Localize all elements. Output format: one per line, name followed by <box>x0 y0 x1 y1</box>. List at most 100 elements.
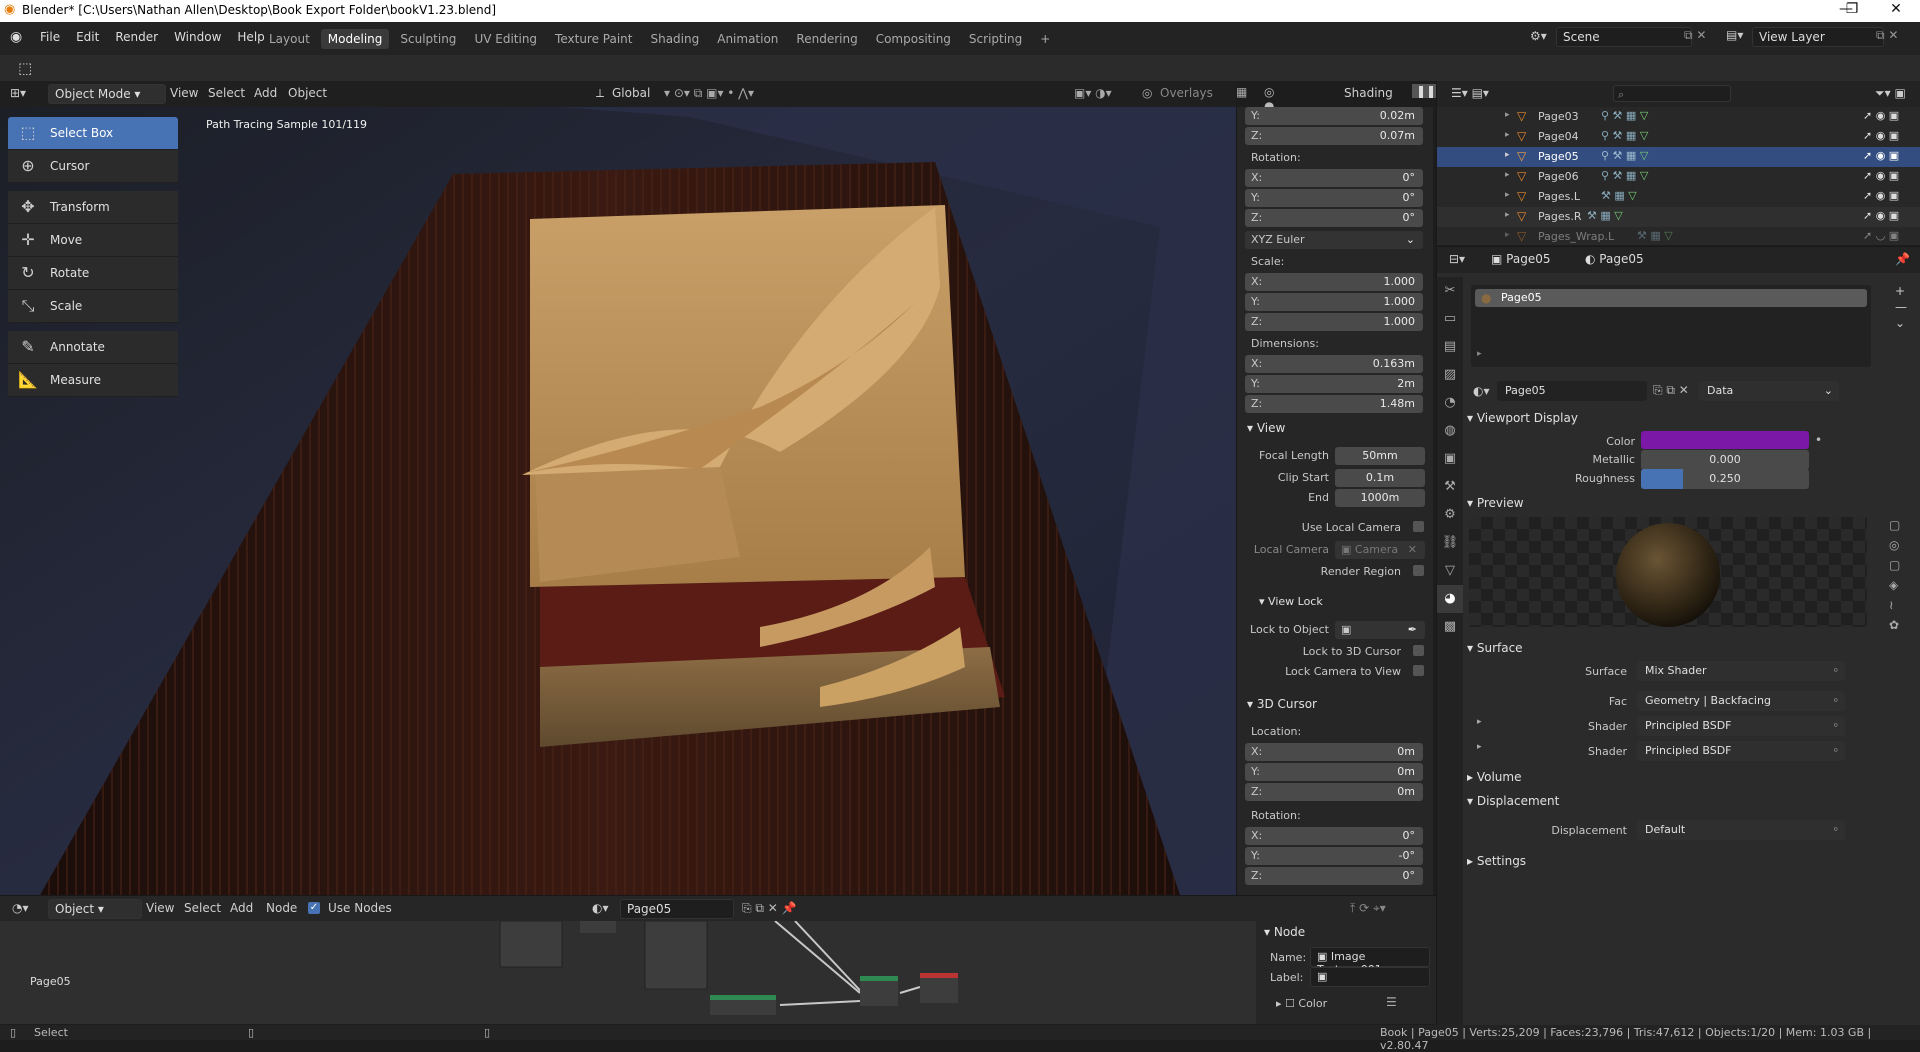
tool-select-box[interactable]: ⬚ Select Box <box>8 117 178 150</box>
focal-length-field[interactable]: 50mm <box>1335 449 1425 462</box>
tab-uv-editing[interactable]: UV Editing <box>467 29 544 49</box>
object-tab-icon[interactable]: ▣ <box>1437 445 1463 473</box>
menu-view[interactable]: View <box>170 86 198 100</box>
cursor-rotation-y-field[interactable]: Y: -0° <box>1245 847 1423 865</box>
outliner-item-page06[interactable]: ▸ ▽ Page06 ⚲ ⚒ ▦ ▽ ➚ ◉ ▣ <box>1437 167 1920 187</box>
blender-menu-icon[interactable]: ◉ <box>10 29 22 45</box>
overlays-icon[interactable]: ◎ <box>1142 86 1152 100</box>
menu-render[interactable]: Render <box>115 30 158 44</box>
node-color-toggle[interactable]: ▸ ☐ Color <box>1276 997 1327 1010</box>
material-browse-icon[interactable]: ◐▾ <box>1473 384 1490 398</box>
3d-cursor-section-header[interactable]: ▾ 3D Cursor <box>1247 697 1317 711</box>
tab-scripting[interactable]: Scripting <box>962 29 1029 49</box>
color-swatch[interactable] <box>1641 431 1809 449</box>
tool-transform[interactable]: ✥ Transform <box>8 191 178 224</box>
eyedropper-icon[interactable]: ✒ <box>1408 623 1417 636</box>
link-selector[interactable]: Data ⌄ <box>1699 381 1839 401</box>
node-material-field[interactable]: Page05 <box>620 899 734 919</box>
menu-edit[interactable]: Edit <box>76 30 99 44</box>
roughness-slider[interactable]: 0.250 <box>1641 469 1809 489</box>
lock-to-3d-cursor-checkbox[interactable] <box>1413 645 1424 656</box>
cursor-rotation-x-field[interactable]: X: 0° <box>1245 827 1423 845</box>
add-workspace-button[interactable]: + <box>1033 29 1057 49</box>
tool-annotate[interactable]: ✎ Annotate <box>8 331 178 364</box>
restrict-icons[interactable]: ➚ ◉ ▣ <box>1863 129 1899 142</box>
view-section-header[interactable]: ▾ View <box>1247 421 1285 435</box>
node-menu-add[interactable]: Add <box>230 901 253 915</box>
displacement-section-header[interactable]: ▾ Displacement <box>1467 794 1559 808</box>
pivot-icon[interactable]: ▾ ⊙▾ ⧉ ▣▾ • ⋀▾ <box>664 86 754 101</box>
tab-shading[interactable]: Shading <box>643 29 706 49</box>
preview-header[interactable]: ▾ Preview <box>1467 496 1524 510</box>
close-button[interactable]: ✕ <box>1876 1 1916 17</box>
use-local-camera-checkbox[interactable] <box>1413 521 1424 532</box>
menu-window[interactable]: Window <box>174 30 221 44</box>
node-material-actions[interactable]: ⎘ ⧉ ✕ 📌 <box>742 901 797 916</box>
scale-x-field[interactable]: X: 1.000 <box>1245 273 1423 291</box>
dimensions-z-field[interactable]: Z: 1.48m <box>1245 395 1423 413</box>
physics-tab-icon[interactable]: ⚙ <box>1437 501 1463 529</box>
restrict-icons[interactable]: ➚ ◡ ▣ <box>1863 229 1899 242</box>
view-layer-icon[interactable]: ▤▾ <box>1726 28 1743 42</box>
node-name-field[interactable]: ▣ Image Texture.001 <box>1310 947 1430 976</box>
surface-section-header[interactable]: ▾ Surface <box>1467 641 1523 655</box>
rotation-y-field[interactable]: Y: 0° <box>1245 189 1423 207</box>
dimensions-y-field[interactable]: Y: 2m <box>1245 375 1423 393</box>
material-tab-icon[interactable]: ◕ <box>1437 585 1463 613</box>
outliner-item-pages-r[interactable]: ▸ ▽ Pages.R ⚒ ▦ ▽ ➚ ◉ ▣ <box>1437 207 1920 227</box>
outliner-item-page05[interactable]: ▸ ▽ Page05 ⚲ ⚒ ▦ ▽ ➚ ◉ ▣ <box>1437 147 1920 167</box>
tab-layout[interactable]: Layout <box>262 29 317 49</box>
volume-section-header[interactable]: ▸ Volume <box>1467 770 1521 784</box>
node-menu-node[interactable]: Node <box>266 901 297 915</box>
material-name-field[interactable]: Page05 <box>1497 381 1647 401</box>
active-tool-icon[interactable]: ⬚ <box>18 59 32 77</box>
location-z-field[interactable]: Z: 0.07m <box>1245 127 1423 145</box>
outliner-item-pages-l[interactable]: ▸ ▽ Pages.L ⚒ ▦ ▽ ➚ ◉ ▣ <box>1437 187 1920 207</box>
outliner-item-page04[interactable]: ▸ ▽ Page04 ⚲ ⚒ ▦ ▽ ➚ ◉ ▣ <box>1437 127 1920 147</box>
world-tab-icon[interactable]: ◍ <box>1437 417 1463 445</box>
slot-controls[interactable]: + — ⌄ <box>1895 283 1907 331</box>
mode-selector[interactable]: Object Mode ▾ <box>48 84 166 104</box>
scale-z-field[interactable]: Z: 1.000 <box>1245 313 1423 331</box>
outliner-item-page03[interactable]: ▸ ▽ Page03 ⚲ ⚒ ▦ ▽ ➚ ◉ ▣ <box>1437 107 1920 127</box>
tool-move[interactable]: ✛ Move <box>8 224 178 257</box>
rotation-z-field[interactable]: Z: 0° <box>1245 209 1423 227</box>
expand-list-icon[interactable]: ▸ <box>1477 349 1482 359</box>
node-menu-select[interactable]: Select <box>184 901 221 915</box>
constraints-tab-icon[interactable]: ⛓ <box>1437 529 1463 557</box>
cursor-location-y-field[interactable]: Y: 0m <box>1245 763 1423 781</box>
clip-end-field[interactable]: 1000m <box>1335 491 1425 504</box>
tab-sculpting[interactable]: Sculpting <box>393 29 463 49</box>
visibility-icon[interactable]: ▣▾ ◑▾ <box>1074 86 1112 100</box>
viewport-display-header[interactable]: ▾ Viewport Display <box>1467 411 1578 425</box>
scene-tab-icon[interactable]: ◔ <box>1437 389 1463 417</box>
node-editor-type-icon[interactable]: ◔▾ <box>12 901 29 915</box>
outliner-search-input[interactable]: ⌕ <box>1613 85 1731 102</box>
node-menu-view[interactable]: View <box>146 901 174 915</box>
tab-compositing[interactable]: Compositing <box>869 29 958 49</box>
shading-menu[interactable]: Shading <box>1344 86 1393 100</box>
menu-help[interactable]: Help <box>237 30 264 44</box>
node-color-list-icon[interactable]: ☰ <box>1386 995 1397 1009</box>
outliner-item-pages-wrap-l[interactable]: ▸ ▽ Pages_Wrap.L ⚒ ▦ ▽ ➚ ◡ ▣ <box>1437 227 1920 247</box>
local-camera-field[interactable]: ▣ Camera ✕ <box>1335 541 1425 559</box>
restrict-icons[interactable]: ➚ ◉ ▣ <box>1863 109 1899 122</box>
view-layer-tab-icon[interactable]: ▨ <box>1437 361 1463 389</box>
scale-y-field[interactable]: Y: 1.000 <box>1245 293 1423 311</box>
cursor-location-z-field[interactable]: Z: 0m <box>1245 783 1423 801</box>
shader1-input[interactable]: Principled BSDF ◦ <box>1637 716 1845 736</box>
tool-measure[interactable]: 📐 Measure <box>8 364 178 397</box>
metallic-field[interactable]: 0.000 <box>1641 450 1809 470</box>
node-label-field[interactable]: ▣ <box>1310 967 1430 987</box>
surface-shader-selector[interactable]: Mix Shader ◦ <box>1637 661 1845 681</box>
use-nodes-checkbox[interactable]: ✓ <box>308 902 320 914</box>
properties-editor-type-icon[interactable]: ⊟▾ <box>1449 252 1465 266</box>
xray-icon[interactable]: ▦ <box>1236 85 1247 99</box>
clip-start-field[interactable]: 0.1m <box>1335 471 1425 484</box>
shader2-input[interactable]: Principled BSDF ◦ <box>1637 741 1845 761</box>
dimensions-x-field[interactable]: X: 0.163m <box>1245 355 1423 373</box>
restrict-icons[interactable]: ➚ ◉ ▣ <box>1863 149 1899 162</box>
new-view-layer-icon[interactable]: ⧉ ✕ <box>1876 28 1898 43</box>
node-material-browse-icon[interactable]: ◐▾ <box>592 901 609 915</box>
material-slot-item[interactable]: ● Page05 <box>1475 289 1867 307</box>
